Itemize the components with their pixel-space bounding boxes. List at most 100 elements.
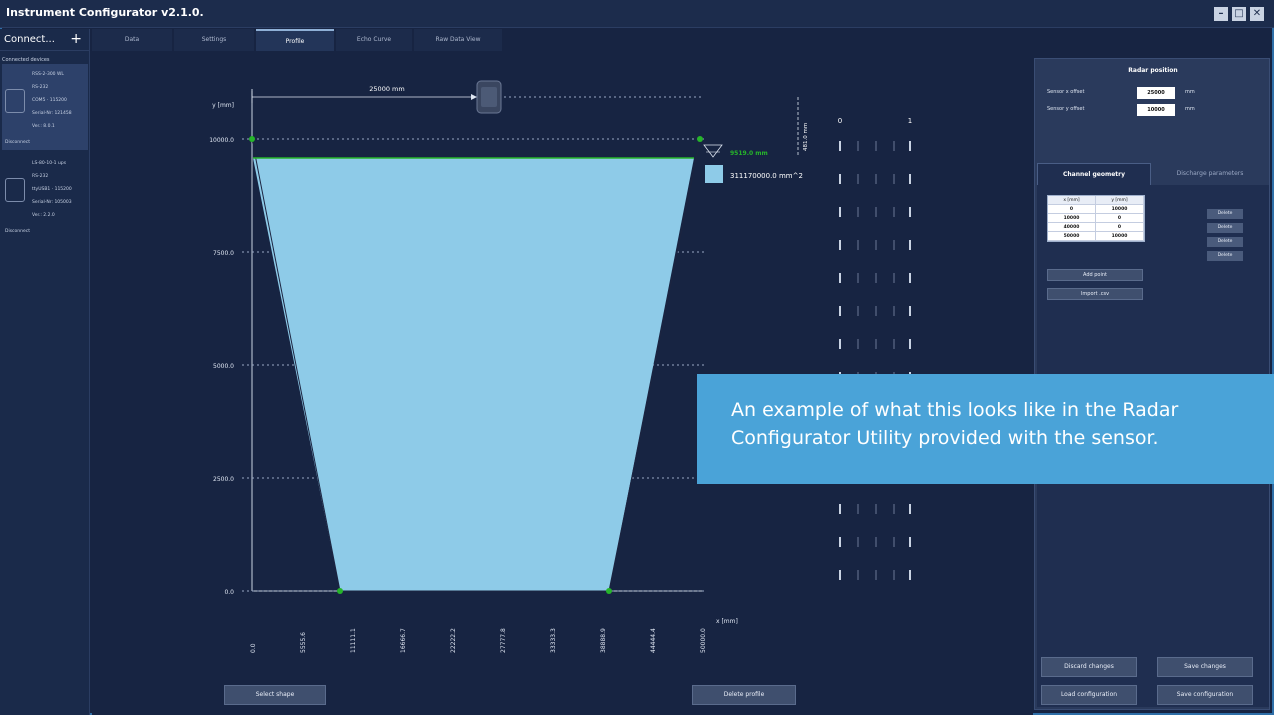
tab-settings[interactable]: Settings [174,29,254,51]
sensor-x-offset-label: Sensor x offset [1047,89,1085,95]
load-configuration-button[interactable]: Load configuration [1041,685,1137,705]
delete-row-button[interactable]: Delete [1207,237,1243,247]
delete-row-button[interactable]: Delete [1207,223,1243,233]
table-cell-x[interactable]: 40000 [1048,223,1096,232]
maximize-icon[interactable]: □ [1232,7,1246,21]
x-tick-label: 27777.8 [500,628,507,653]
table-row[interactable]: 40000 0 [1048,223,1144,232]
x-axis-label: x [mm] [716,618,738,625]
area-legend-swatch [705,165,723,183]
delete-profile-button[interactable]: Delete profile [692,685,796,705]
geometry-point[interactable] [697,136,703,142]
table-header-x: x [mm] [1048,196,1096,205]
select-shape-button[interactable]: Select shape [224,685,326,705]
table-cell-y[interactable]: 10000 [1096,205,1144,214]
device-2-port: ttyUSB1 · 115200 [32,187,72,192]
x-tick-label: 0.0 [250,643,257,653]
sensor-x-arrow-icon [471,94,477,100]
y-axis-label: y [mm] [212,102,234,109]
connected-devices-heading: Connected devices [2,57,50,63]
geometry-point[interactable] [249,136,255,142]
caption-banner: An example of what this looks like in th… [697,374,1274,484]
geometry-point[interactable] [337,588,343,594]
x-tick-label: 50000.0 [700,628,707,653]
geometry-point[interactable] [606,588,612,594]
table-row[interactable]: 50000 10000 [1048,232,1144,241]
device-2-serial: Serial-Nr: 105003 [32,200,72,205]
window-title: Instrument Configurator v2.1.0. [6,6,204,19]
y-tick-label: 5000.0 [213,363,234,370]
x-tick-label: 33333.3 [550,628,557,653]
device-1-port: COM5 · 115200 [32,98,67,103]
x-tick-label: 5555.6 [300,632,307,653]
connect-button[interactable]: Connect... + [0,29,90,51]
tab-echo-curve[interactable]: Echo Curve [336,29,412,51]
tab-raw-data-view[interactable]: Raw Data View [414,29,502,51]
y-tick-label: 2500.0 [213,476,234,483]
discard-changes-button[interactable]: Discard changes [1041,657,1137,677]
import-csv-button[interactable]: Import .csv [1047,288,1143,300]
device-2-interface: RS-232 [32,174,49,179]
device-1-interface: RS-232 [32,85,49,90]
x-tick-label: 22222.2 [450,628,457,653]
x-tick-label: 16666.7 [400,628,407,653]
water-level-marker-icon [703,144,723,158]
radar-sensor-body [481,87,497,107]
device-2-model: LS-80-10-1 ups [32,161,67,166]
radar-sensor-icon [5,89,25,113]
table-cell-y[interactable]: 0 [1096,214,1144,223]
device-1-model: RSS-2-300 WL [32,72,64,77]
connect-label: Connect... [4,34,55,45]
column-header: 0 [838,117,842,125]
water-level-label: 9519.0 mm [730,150,768,157]
save-configuration-button[interactable]: Save configuration [1157,685,1253,705]
tab-channel-geometry[interactable]: Channel geometry [1037,163,1151,185]
sensor-height-label: 481.0 mm [803,123,809,151]
device-card-2[interactable]: LS-80-10-1 ups RS-232 ttyUSB1 · 115200 S… [2,153,88,239]
save-changes-button[interactable]: Save changes [1157,657,1253,677]
tab-data[interactable]: Data [92,29,172,51]
tab-discharge-parameters[interactable]: Discharge parameters [1151,163,1269,185]
device-1-version: Ver.: 8.0.1 [32,124,55,129]
radar-position-title: Radar position [1128,67,1178,74]
y-tick-label: 0.0 [224,589,234,596]
table-cell-x[interactable]: 50000 [1048,232,1096,241]
table-cell-x[interactable]: 0 [1048,205,1096,214]
sensor-y-offset-input[interactable]: 10000 [1137,104,1175,116]
table-row[interactable]: 10000 0 [1048,214,1144,223]
table-cell-x[interactable]: 10000 [1048,214,1096,223]
table-cell-y[interactable]: 0 [1096,223,1144,232]
caption-line-2: Configurator Utility provided with the s… [731,427,1159,449]
table-header-y: y [mm] [1096,196,1144,205]
radar-sensor-icon [5,178,25,202]
device-2-version: Ver.: 2.2.0 [32,213,55,218]
device-1-disconnect[interactable]: Disconnect [5,140,30,145]
add-point-button[interactable]: Add point [1047,269,1143,281]
y-tick-label: 7500.0 [213,250,234,257]
y-tick-label: 10000.0 [209,137,234,144]
main-tabs: Data Settings Profile Echo Curve Raw Dat… [92,29,1032,51]
sensor-y-offset-label: Sensor y offset [1047,106,1085,112]
geometry-table[interactable]: x [mm] y [mm] 0 10000 10000 0 40000 0 50… [1047,195,1145,242]
plus-icon[interactable]: + [70,31,82,47]
column-marks [839,141,911,580]
device-2-disconnect[interactable]: Disconnect [5,229,30,234]
x-tick-label: 11111.1 [350,628,357,653]
delete-row-button[interactable]: Delete [1207,209,1243,219]
table-header-row: x [mm] y [mm] [1048,196,1144,205]
x-tick-label: 44444.4 [650,628,657,653]
sensor-y-offset-unit: mm [1185,106,1195,112]
sensor-x-offset-unit: mm [1185,89,1195,95]
device-card-1[interactable]: RSS-2-300 WL RS-232 COM5 · 115200 Serial… [2,64,88,150]
table-row[interactable]: 0 10000 [1048,205,1144,214]
minimize-icon[interactable]: – [1214,7,1228,21]
tab-profile[interactable]: Profile [256,29,334,51]
sensor-x-offset-input[interactable]: 25000 [1137,87,1175,99]
x-tick-label: 38888.9 [600,628,607,653]
area-label: 311170000.0 mm^2 [730,172,803,180]
delete-row-button[interactable]: Delete [1207,251,1243,261]
title-bar: Instrument Configurator v2.1.0. – □ ✕ [0,0,1274,28]
table-cell-y[interactable]: 10000 [1096,232,1144,241]
sensor-x-label: 25000 mm [369,85,404,93]
close-icon[interactable]: ✕ [1250,7,1264,21]
